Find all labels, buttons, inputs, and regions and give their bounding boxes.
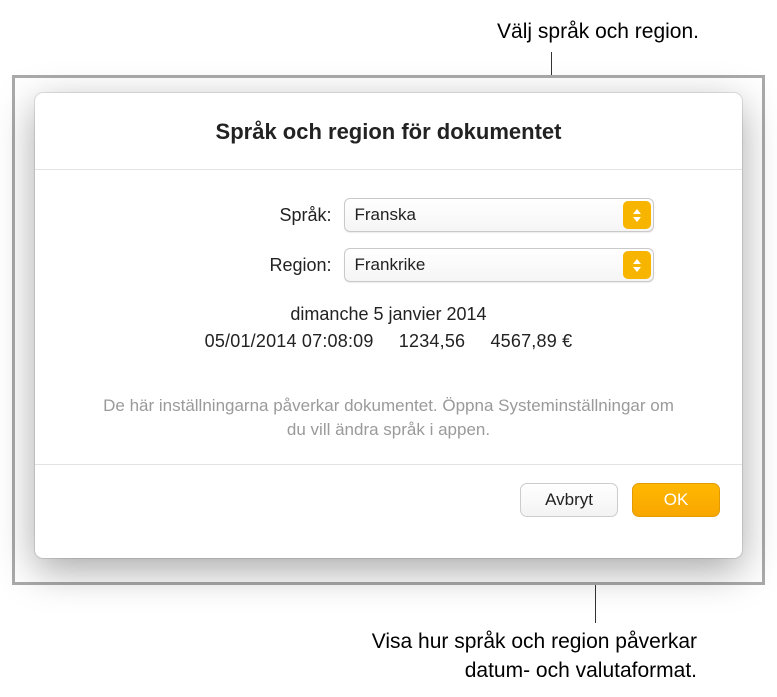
callout-select-language: Välj språk och region. (497, 20, 699, 44)
ok-button[interactable]: OK (632, 483, 720, 517)
cancel-button[interactable]: Avbryt (520, 483, 618, 517)
language-label: Språk: (124, 205, 344, 226)
chevron-updown-icon (623, 251, 651, 279)
format-preview: dimanche 5 janvier 2014 05/01/2014 07:08… (75, 304, 702, 352)
callout-bottom-line1: Visa hur språk och region påverkar (372, 628, 697, 656)
language-region-dialog: Språk och region för dokumentet Språk: F… (35, 93, 742, 558)
help-text: De här inställningarna påverkar dokument… (75, 394, 702, 442)
preview-number: 1234,56 (399, 331, 465, 351)
region-row: Region: Frankrike (75, 248, 702, 282)
region-select[interactable]: Frankrike (344, 248, 654, 282)
preview-datetime: 05/01/2014 07:08:09 (205, 331, 374, 351)
region-select-value: Frankrike (344, 248, 654, 282)
dialog-footer: Avbryt OK (35, 464, 742, 535)
dialog-title: Språk och region för dokumentet (35, 93, 742, 170)
preview-short-formats: 05/01/2014 07:08:09 1234,56 4567,89 € (75, 331, 702, 352)
region-label: Region: (124, 255, 344, 276)
preview-long-date: dimanche 5 janvier 2014 (75, 304, 702, 325)
callout-preview: Visa hur språk och region påverkar datum… (372, 628, 697, 685)
dialog-body: Språk: Franska Region: Frankrike (35, 170, 742, 464)
callout-bottom-line2: datum- och valutaformat. (372, 657, 697, 685)
window-frame: Språk och region för dokumentet Språk: F… (12, 75, 765, 585)
preview-currency: 4567,89 € (490, 331, 572, 351)
chevron-updown-icon (623, 201, 651, 229)
language-select[interactable]: Franska (344, 198, 654, 232)
language-row: Språk: Franska (75, 198, 702, 232)
language-select-value: Franska (344, 198, 654, 232)
